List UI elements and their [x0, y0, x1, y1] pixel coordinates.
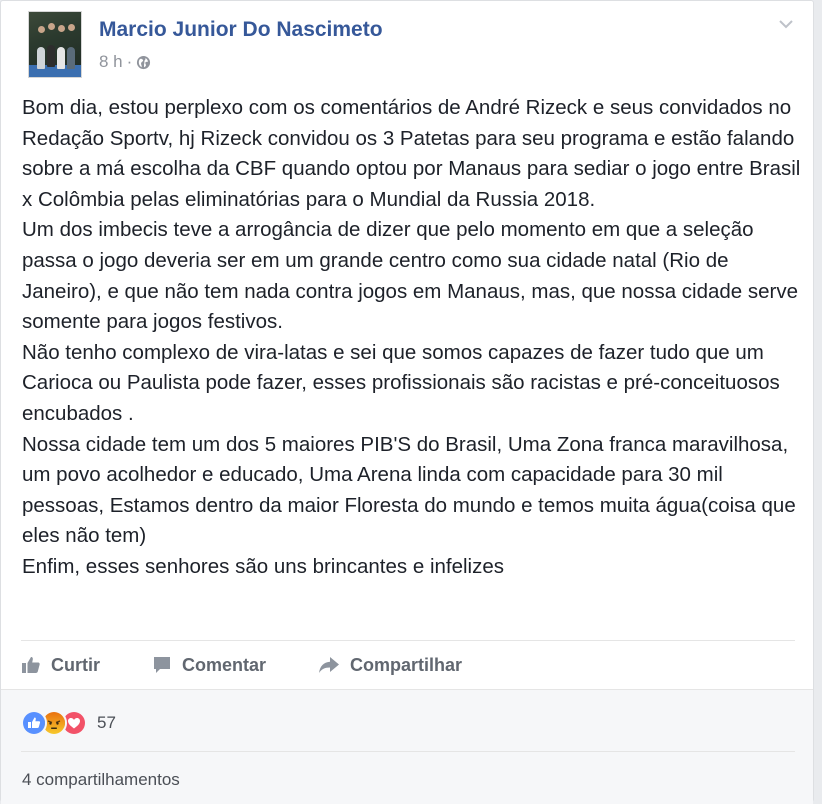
- avatar[interactable]: [28, 11, 82, 78]
- share-label: Compartilhar: [350, 654, 463, 675]
- shares-count[interactable]: 4 compartilhamentos: [22, 770, 180, 790]
- post-card: Marcio Junior Do Nascimeto 8 h · Bom dia…: [0, 0, 814, 804]
- post-footer: 57 4 compartilhamentos: [1, 689, 813, 804]
- thumbs-up-icon: [22, 657, 40, 673]
- post-paragraph: Bom dia, estou perplexo com os comentári…: [22, 96, 801, 211]
- reactions-summary[interactable]: 57: [21, 710, 116, 736]
- action-bar: Curtir Comentar Compartilhar: [21, 641, 795, 689]
- post-paragraph: Enfim, esses senhores são uns brincantes…: [22, 554, 505, 578]
- footer-divider: [21, 751, 795, 752]
- meta-separator: ·: [126, 52, 133, 71]
- share-button[interactable]: Compartilhar: [318, 655, 462, 676]
- post-paragraph: Nossa cidade tem um dos 5 maiores PIB'S …: [22, 432, 796, 548]
- post-meta: 8 h ·: [99, 52, 151, 72]
- comment-label: Comentar: [182, 654, 267, 675]
- comment-icon: [154, 657, 170, 673]
- comment-button[interactable]: Comentar: [152, 655, 266, 676]
- post-text: Bom dia, estou perplexo com os comentári…: [22, 93, 802, 583]
- globe-icon[interactable]: [136, 55, 151, 70]
- author-name[interactable]: Marcio Junior Do Nascimeto: [99, 18, 383, 42]
- share-icon: [319, 657, 340, 673]
- post-paragraph: Um dos imbecis teve a arrogância de dize…: [22, 218, 799, 334]
- like-reaction-icon: [21, 710, 47, 736]
- post-header: Marcio Junior Do Nascimeto 8 h ·: [1, 1, 813, 91]
- post-time[interactable]: 8 h: [99, 52, 123, 72]
- like-button[interactable]: Curtir: [21, 655, 100, 676]
- reaction-count[interactable]: 57: [97, 713, 116, 733]
- like-label: Curtir: [51, 654, 100, 675]
- post-paragraph: Não tenho complexo de vira-latas e sei q…: [22, 340, 780, 425]
- chevron-down-icon[interactable]: [777, 15, 795, 33]
